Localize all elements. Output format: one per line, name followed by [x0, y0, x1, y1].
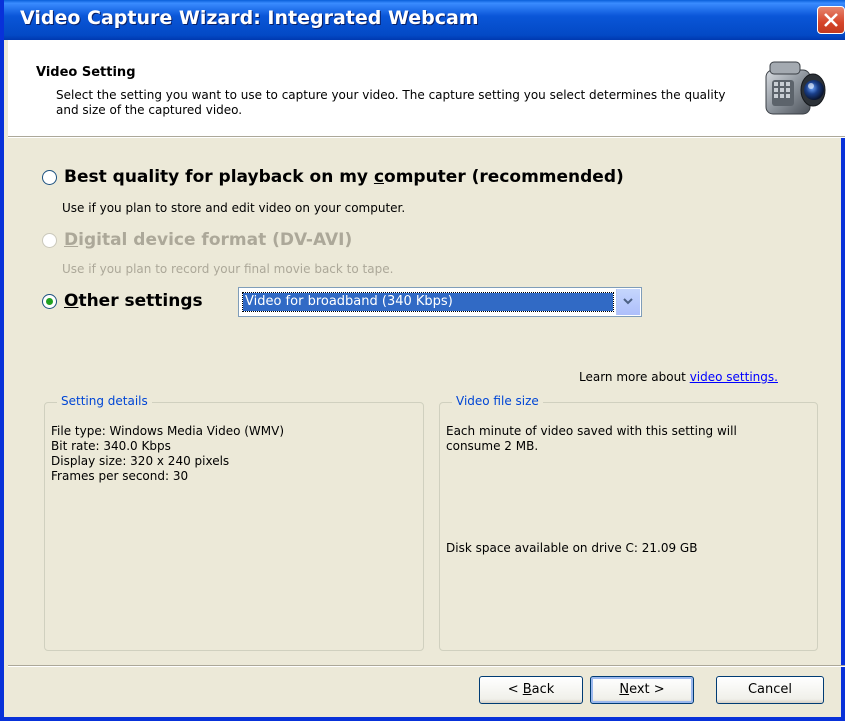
wizard-header: Video Setting Select the setting you wan…: [8, 40, 845, 137]
setting-details-title: Setting details: [57, 394, 152, 408]
detail-frames-per-second: Frames per second: 30: [51, 469, 189, 483]
option-best-quality-description: Use if you plan to store and edit video …: [62, 201, 406, 215]
option-dv-avi-description: Use if you plan to record your final mov…: [62, 262, 394, 276]
video-settings-link[interactable]: video settings.: [690, 370, 778, 384]
detail-display-size: Display size: 320 x 240 pixels: [51, 454, 230, 468]
back-button[interactable]: < Back: [479, 676, 583, 704]
video-file-size-body: Each minute of video saved with this set…: [446, 424, 737, 454]
footer-separator-highlight: [8, 666, 845, 667]
option-dv-avi-label: Digital device format (DV-AVI): [64, 230, 353, 250]
chevron-down-icon: [623, 298, 633, 305]
detail-bit-rate: Bit rate: 340.0 Kbps: [51, 439, 171, 453]
close-icon: [824, 13, 838, 27]
header-description: Select the setting you want to use to ca…: [56, 88, 726, 117]
option-best-quality-label: Best quality for playback on my computer…: [64, 167, 624, 187]
header-title: Video Setting: [36, 65, 136, 80]
next-button[interactable]: Next >: [590, 676, 694, 704]
setting-details-body: File type: Windows Media Video (WMV) Bit…: [51, 424, 284, 484]
learn-more-text: Learn more about video settings.: [579, 370, 778, 384]
option-other-settings-label: Other settings: [64, 291, 203, 311]
option-other-settings[interactable]: Other settings: [42, 291, 203, 311]
header-separator: [8, 137, 845, 138]
radio-best-quality[interactable]: [42, 169, 57, 185]
file-size-line-2: consume 2 MB.: [446, 439, 539, 453]
option-best-quality[interactable]: Best quality for playback on my computer…: [42, 167, 624, 187]
dropdown-arrow-button[interactable]: [616, 289, 640, 315]
settings-dropdown-value: Video for broadband (340 Kbps): [242, 292, 614, 312]
radio-selected-dot: [46, 297, 53, 305]
video-camera-icon: [765, 61, 826, 115]
video-file-size-title: Video file size: [452, 394, 543, 408]
wizard-window: Video Capture Wizard: Integrated Webcam …: [0, 0, 845, 721]
close-button[interactable]: [817, 6, 845, 34]
window-title: Video Capture Wizard: Integrated Webcam: [20, 7, 479, 29]
detail-file-type: File type: Windows Media Video (WMV): [51, 424, 285, 438]
video-file-size-group: Video file size Each minute of video sav…: [439, 394, 818, 651]
settings-dropdown[interactable]: Video for broadband (340 Kbps): [238, 287, 642, 317]
radio-other-settings[interactable]: [42, 293, 57, 309]
title-bar[interactable]: Video Capture Wizard: Integrated Webcam: [4, 0, 845, 40]
radio-dv-avi: [42, 232, 57, 248]
setting-details-group: Setting details File type: Windows Media…: [44, 394, 424, 651]
disk-space-text: Disk space available on drive C: 21.09 G…: [446, 541, 698, 555]
file-size-line-1: Each minute of video saved with this set…: [446, 424, 737, 438]
cancel-button[interactable]: Cancel: [716, 676, 824, 704]
option-dv-avi: Digital device format (DV-AVI): [42, 230, 352, 250]
